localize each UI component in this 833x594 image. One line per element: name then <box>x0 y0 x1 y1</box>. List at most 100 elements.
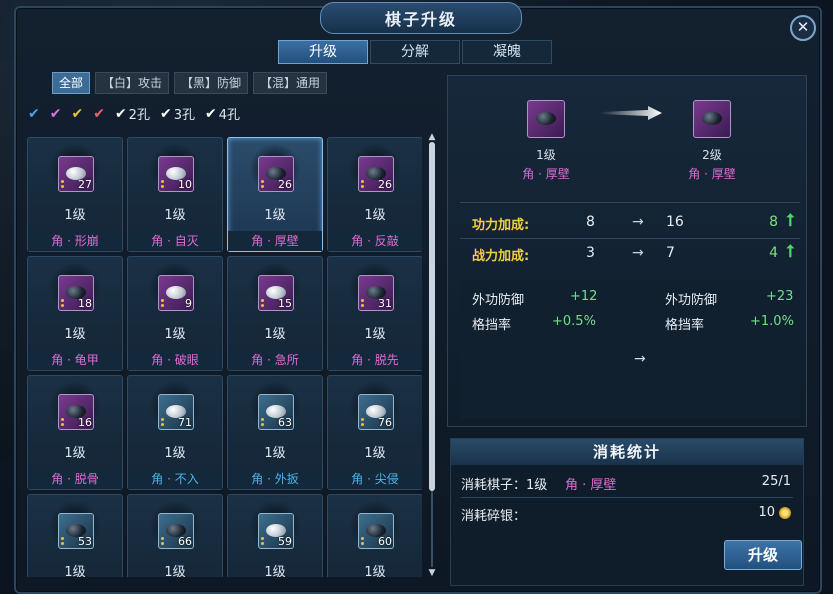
preview-from: 1级 角 · 厚壁 <box>506 100 586 182</box>
chess-piece-icon: 53 <box>58 513 94 549</box>
checkmark-icon: ✔ <box>28 105 40 122</box>
chess-piece-item[interactable]: 26 1级角 · 反敲 <box>327 137 422 252</box>
item-name: 角 · 脱先 <box>328 350 422 370</box>
up-arrow-icon: ⭡ <box>786 242 794 262</box>
chess-piece-icon: 66 <box>158 513 194 549</box>
chess-piece-icon: 76 <box>358 394 394 430</box>
chess-piece-item[interactable]: 15 1级角 · 急所 <box>227 256 323 371</box>
checkmark-icon: ✔ <box>159 105 172 122</box>
chess-piece-item[interactable]: 53 1级 <box>27 494 123 577</box>
cost-silver-label: 消耗碎银： <box>461 509 527 524</box>
chess-piece-item[interactable]: 76 1级角 · 尖侵 <box>327 375 422 490</box>
chess-piece-item[interactable]: 71 1级角 · 不入 <box>127 375 223 490</box>
item-count: 27 <box>78 178 92 191</box>
item-level: 1级 <box>164 208 186 223</box>
cost-piece-value: 25/1 <box>761 474 791 489</box>
item-name: 角 · 龟甲 <box>28 350 122 370</box>
attr-name: 外功防御 <box>665 293 718 308</box>
upgrade-button[interactable]: 升级 <box>724 540 802 570</box>
preview-from-level: 1级 <box>536 148 556 162</box>
item-count: 9 <box>185 297 192 310</box>
chess-piece-icon: 9 <box>158 275 194 311</box>
attr-value: +23 <box>766 289 794 304</box>
cost-silver-row: 消耗碎银： 10 <box>461 502 797 526</box>
close-icon[interactable]: ✕ <box>790 15 816 41</box>
item-name: 角 · 厚壁 <box>228 231 322 251</box>
attr-name: 格挡率 <box>472 318 512 333</box>
item-count: 53 <box>78 535 92 548</box>
tab-upgrade[interactable]: 升级 <box>278 40 368 64</box>
stat-delta: 4 <box>769 245 778 261</box>
stat-delta: 8 <box>769 214 778 230</box>
chess-piece-item[interactable]: 26 1级角 · 厚壁 <box>227 137 323 252</box>
chess-piece-item[interactable]: 60 1级 <box>327 494 422 577</box>
cost-title: 消耗统计 <box>451 439 803 465</box>
tab-bar: 升级 分解 凝魄 <box>278 40 552 64</box>
chess-piece-item[interactable]: 31 1级角 · 脱先 <box>327 256 422 371</box>
tab-condense[interactable]: 凝魄 <box>462 40 552 64</box>
quality-checkbox[interactable]: ✔ 3孔 <box>159 104 195 124</box>
chess-piece-item[interactable]: 27 1级角 · 形崩 <box>27 137 123 252</box>
chess-piece-item[interactable]: 10 1级角 · 自灭 <box>127 137 223 252</box>
checkmark-icon: ✔ <box>71 105 84 122</box>
cost-silver-value-wrap: 10 <box>758 505 791 520</box>
item-level: 1级 <box>64 446 86 461</box>
tab-decompose[interactable]: 分解 <box>370 40 460 64</box>
chess-piece-item[interactable]: 18 1级角 · 龟甲 <box>27 256 123 371</box>
divider <box>461 497 793 498</box>
chess-piece-icon: 18 <box>58 275 94 311</box>
preview-to: 2级 角 · 厚壁 <box>672 100 752 182</box>
item-count: 31 <box>378 297 392 310</box>
grid-scrollbar[interactable]: ▲ ▼ <box>427 132 437 578</box>
chess-piece-item[interactable]: 9 1级角 · 破眼 <box>127 256 223 371</box>
socket-dots <box>161 297 165 307</box>
divider <box>460 238 800 239</box>
socket-dots <box>161 416 165 426</box>
stat-from: 8 <box>586 214 595 230</box>
up-arrow-icon: ⭡ <box>786 211 794 231</box>
stat-row-combat: 战力加成: 3 → 7 4 ⭡ <box>460 241 800 267</box>
chess-piece-item[interactable]: 66 1级 <box>127 494 223 577</box>
item-level: 1级 <box>264 208 286 223</box>
chess-piece-icon: 27 <box>58 156 94 192</box>
chess-piece-item[interactable]: 16 1级角 · 脱骨 <box>27 375 123 490</box>
socket-dots <box>261 416 265 426</box>
socket-dots <box>61 297 65 307</box>
left-sidebar-edge <box>0 60 14 460</box>
preview-to-level: 2级 <box>702 148 722 162</box>
quality-checkbox[interactable]: ✔ <box>50 106 62 122</box>
attr-value: +0.5% <box>552 314 596 329</box>
chess-piece-icon: 10 <box>158 156 194 192</box>
chess-piece-item[interactable]: 59 1级 <box>227 494 323 577</box>
cost-piece-label: 消耗棋子：1级 <box>461 478 548 493</box>
socket-dots <box>261 178 265 188</box>
stat-to: 16 <box>666 214 684 230</box>
socket-dots <box>161 178 165 188</box>
stone-icon <box>702 112 722 125</box>
filter-white-attack[interactable]: 【白】攻击 <box>95 72 170 94</box>
chess-piece-item[interactable]: 63 1级角 · 外扳 <box>227 375 323 490</box>
quality-checkbox[interactable]: ✔ 2孔 <box>115 104 150 124</box>
scroll-down-icon[interactable]: ▼ <box>427 568 437 578</box>
filter-mixed-general[interactable]: 【混】通用 <box>253 72 328 94</box>
filter-all[interactable]: 全部 <box>52 72 91 94</box>
item-count: 26 <box>378 178 392 191</box>
arrow-icon: → <box>632 214 644 230</box>
divider <box>460 202 800 203</box>
item-name: 角 · 反敲 <box>328 231 422 251</box>
quality-checkbox[interactable]: ✔ 4孔 <box>205 104 240 124</box>
attr-name: 外功防御 <box>472 293 525 308</box>
cost-silver-value: 10 <box>758 505 775 520</box>
quality-checkbox[interactable]: ✔ <box>93 106 105 122</box>
item-name: 角 · 破眼 <box>128 350 222 370</box>
preview-to-name: 角 · 厚壁 <box>688 167 736 181</box>
chess-piece-icon: 60 <box>358 513 394 549</box>
item-level: 1级 <box>364 446 386 461</box>
chess-piece-icon: 26 <box>358 156 394 192</box>
scroll-up-icon[interactable]: ▲ <box>427 132 437 142</box>
filter-black-defense[interactable]: 【黑】防御 <box>174 72 249 94</box>
quality-checkbox[interactable]: ✔ <box>28 106 40 122</box>
scroll-thumb[interactable] <box>429 142 435 491</box>
quality-checkbox[interactable]: ✔ <box>71 106 83 122</box>
item-name: 角 · 自灭 <box>128 231 222 251</box>
